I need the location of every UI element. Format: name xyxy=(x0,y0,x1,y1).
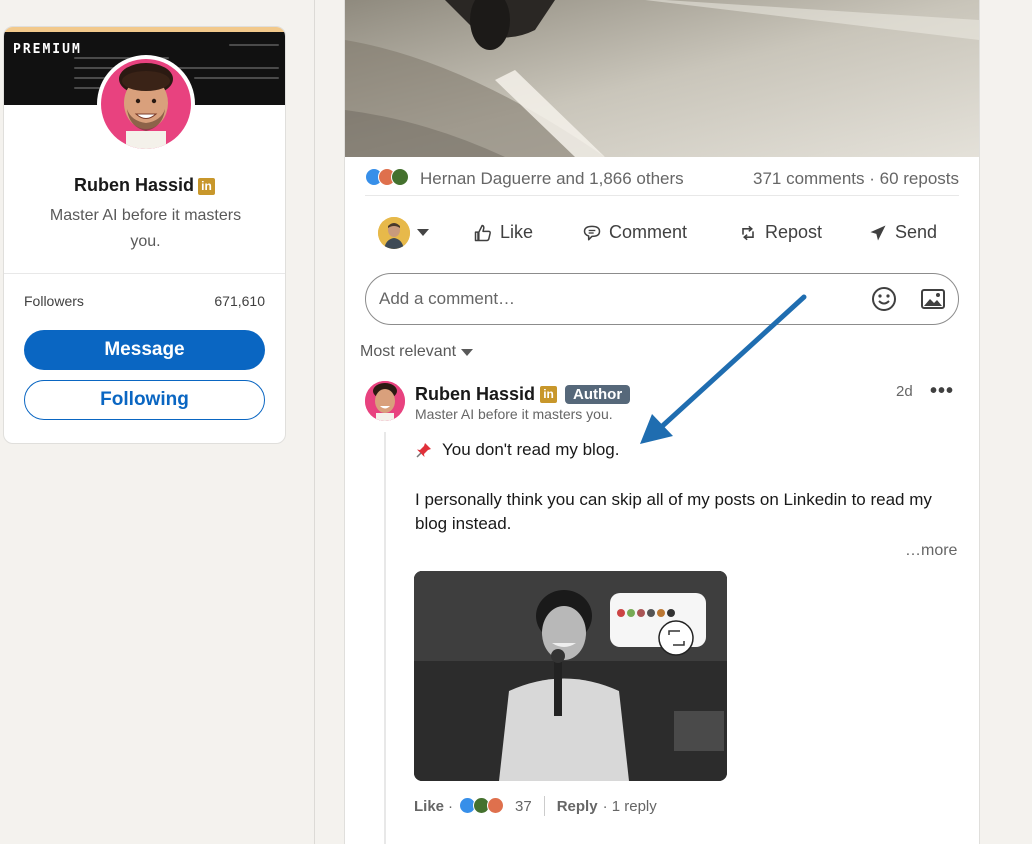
send-icon xyxy=(870,225,886,240)
support-reaction-icon xyxy=(391,168,409,186)
pin-icon xyxy=(416,443,431,458)
social-counts-bar: Hernan Daguerre and 1,866 others 371 com… xyxy=(365,166,959,196)
chevron-down-icon xyxy=(461,348,474,356)
photo-icon[interactable] xyxy=(920,287,946,311)
comment-footer: Like · 37 Reply · 1 reply xyxy=(414,796,657,816)
comment-author-headline: Master AI before it masters you. xyxy=(415,406,613,422)
love-reaction-icon xyxy=(487,797,505,814)
comment-pinned-line: You don't read my blog. xyxy=(415,440,619,460)
banner-text-line xyxy=(194,67,279,69)
repost-label: Repost xyxy=(765,222,823,242)
comment-time: 2d xyxy=(896,383,913,400)
comment-body: I personally think you can skip all of m… xyxy=(415,490,932,533)
add-comment-input[interactable]: Add a comment… xyxy=(365,273,959,325)
banner-premium-label: PREMIUM xyxy=(13,42,82,57)
comment-reaction-count[interactable]: 37 xyxy=(515,798,532,815)
see-more-link[interactable]: …more xyxy=(905,542,957,560)
comment-placeholder: Add a comment… xyxy=(379,289,516,308)
comment-icon xyxy=(583,225,601,240)
sort-dropdown[interactable]: Most relevant xyxy=(360,343,474,361)
followers-label: Followers xyxy=(24,293,84,309)
profile-avatar[interactable] xyxy=(97,55,195,153)
linkedin-badge-icon: in xyxy=(198,178,216,195)
actor-avatar[interactable] xyxy=(378,217,410,249)
reactors-text[interactable]: Hernan Daguerre and 1,866 others xyxy=(420,169,684,189)
comments-reposts-count[interactable]: 371 comments · 60 reposts xyxy=(753,169,959,189)
emoji-icon[interactable] xyxy=(871,286,897,312)
more-icon[interactable]: ••• xyxy=(930,380,954,403)
comment-pinned-text: You don't read my blog. xyxy=(442,440,620,459)
followers-count: 671,610 xyxy=(214,293,265,309)
repost-icon xyxy=(742,225,754,240)
comment-reply-button[interactable]: Reply xyxy=(557,798,598,815)
reactions-icons[interactable] xyxy=(365,168,415,188)
profile-card: PREMIUM Ruben Hassid in Master AI before … xyxy=(3,26,286,444)
banner-text-line xyxy=(194,77,279,79)
comment-reply-count[interactable]: · 1 reply xyxy=(603,798,657,815)
profile-name[interactable]: Ruben Hassid in xyxy=(4,175,285,196)
chevron-down-icon[interactable] xyxy=(417,229,429,236)
comment-image[interactable] xyxy=(414,571,727,781)
right-gutter xyxy=(980,0,1032,844)
profile-headline: Master AI before it masters you. xyxy=(49,207,242,250)
dot-separator: · xyxy=(448,797,454,815)
profile-name-text[interactable]: Ruben Hassid xyxy=(74,175,194,195)
like-label: Like xyxy=(500,222,534,242)
comment-author-avatar[interactable] xyxy=(365,381,405,421)
feed-divider xyxy=(314,0,315,844)
send-button[interactable]: Send xyxy=(868,222,937,243)
comment-thread-line xyxy=(384,432,386,844)
post-image[interactable] xyxy=(345,0,979,157)
like-button[interactable]: Like xyxy=(473,222,533,243)
divider xyxy=(4,273,285,274)
comment-label: Comment xyxy=(609,222,688,242)
repost-button[interactable]: Repost xyxy=(738,222,822,243)
comment-reactions-icons[interactable] xyxy=(459,797,507,815)
author-badge: Author xyxy=(565,385,631,404)
message-button[interactable]: Message xyxy=(24,330,265,370)
comment-author-name[interactable]: Ruben Hassid in Author xyxy=(415,384,631,405)
send-label: Send xyxy=(895,222,938,242)
banner-text-line xyxy=(229,44,279,46)
footer-divider xyxy=(543,796,545,816)
linkedin-badge-icon: in xyxy=(540,386,558,403)
comment-button[interactable]: Comment xyxy=(582,222,687,243)
like-icon xyxy=(474,224,491,241)
post-action-bar: Like Comment Repost Send xyxy=(365,208,959,258)
following-button[interactable]: Following xyxy=(24,380,265,420)
comment-like-button[interactable]: Like xyxy=(414,798,444,815)
comment-author-text[interactable]: Ruben Hassid xyxy=(415,384,535,405)
sort-label: Most relevant xyxy=(360,343,457,360)
